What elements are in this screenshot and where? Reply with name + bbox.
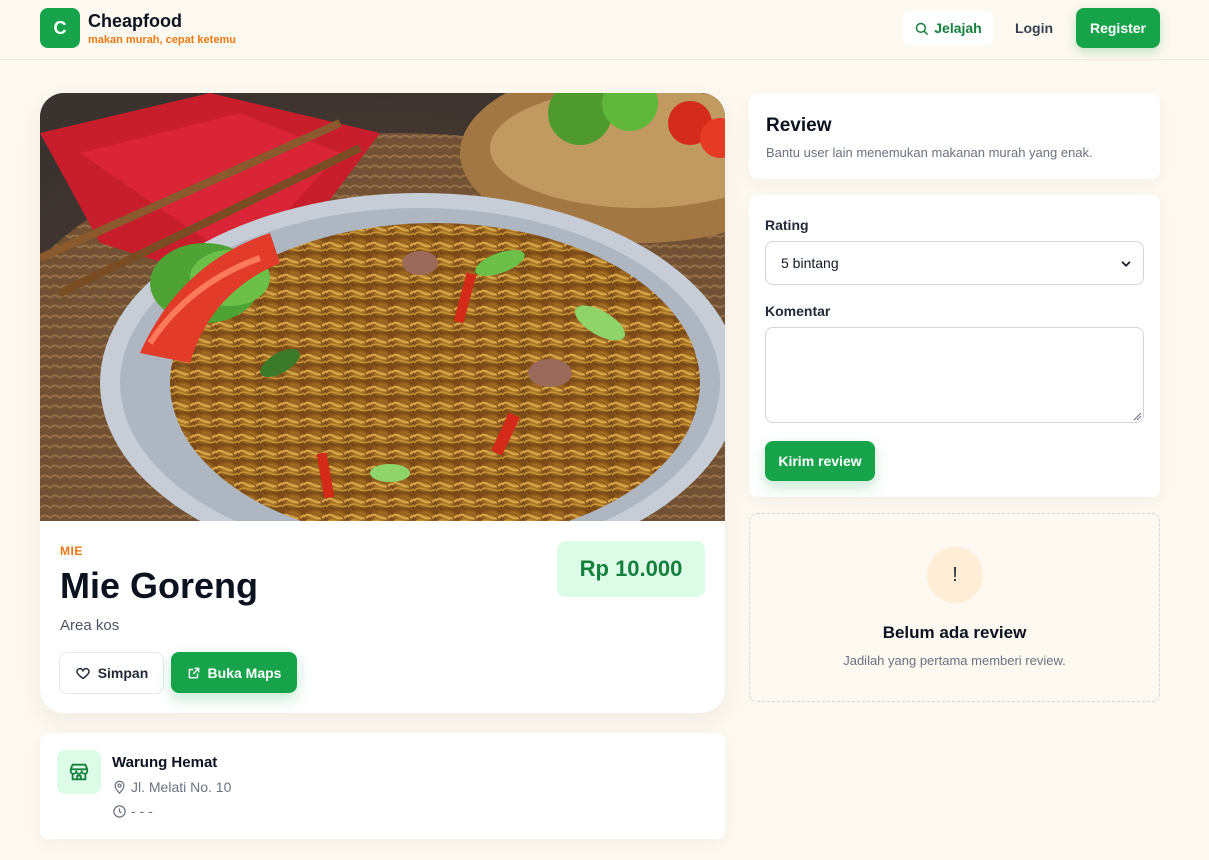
register-button[interactable]: Register (1076, 8, 1160, 48)
review-subtitle: Bantu user lain menemukan makanan murah … (766, 145, 1093, 160)
brand-tagline: makan murah, cepat ketemu (88, 34, 236, 46)
food-title: Mie Goreng (60, 565, 259, 606)
food-detail-card: MIE Mie Goreng Area kos Rp 10.000 Simpan… (40, 93, 725, 713)
rating-label: Rating (765, 217, 809, 233)
food-area: Area kos (60, 617, 120, 634)
map-pin-icon (114, 780, 125, 794)
price-badge: Rp 10.000 (557, 541, 705, 597)
review-header-card: Review Bantu user lain menemukan makanan… (749, 93, 1160, 179)
explore-label: Jelajah (934, 20, 982, 36)
explore-button[interactable]: Jelajah (903, 10, 993, 46)
empty-reviews-subtitle: Jadilah yang pertama memberi review. (843, 653, 1066, 668)
send-review-button[interactable]: Kirim review (765, 441, 875, 481)
external-link-icon (188, 667, 199, 678)
store-icon (57, 750, 101, 794)
top-nav-bar: C Cheapfood makan murah, cepat ketemu Je… (0, 0, 1209, 60)
alert-icon: ! (927, 547, 983, 603)
save-label: Simpan (97, 665, 149, 681)
comment-label: Komentar (765, 303, 831, 319)
store-address-text: Jl. Melati No. 10 (131, 779, 232, 795)
review-title: Review (766, 115, 832, 136)
review-form: Rating 5 bintang Komentar Kirim review (749, 195, 1160, 497)
maps-label: Buka Maps (207, 664, 282, 681)
login-link[interactable]: Login (1004, 10, 1064, 46)
food-category: MIE (60, 544, 83, 558)
store-hours-text: - - - (131, 803, 153, 819)
open-maps-button[interactable]: Buka Maps (171, 652, 297, 693)
store-hours: - - - (112, 803, 153, 819)
brand-name[interactable]: Cheapfood (88, 11, 182, 32)
store-name: Warung Hemat (112, 754, 218, 771)
rating-selected-value: 5 bintang (781, 255, 839, 271)
store-address: Jl. Melati No. 10 (112, 779, 231, 795)
clock-icon (113, 804, 126, 818)
empty-reviews-panel: ! Belum ada review Jadilah yang pertama … (749, 513, 1160, 702)
resize-grip-icon[interactable] (1133, 412, 1142, 421)
chevron-down-icon (1121, 261, 1131, 267)
rating-select[interactable]: 5 bintang (765, 241, 1144, 285)
store-info-card: Warung Hemat Jl. Melati No. 10 - - - (40, 733, 725, 839)
search-icon (916, 22, 929, 35)
food-photo (40, 93, 725, 521)
empty-reviews-title: Belum ada review (882, 623, 1027, 642)
heart-icon (75, 667, 90, 680)
comment-textarea[interactable] (765, 327, 1144, 423)
logo-icon[interactable]: C (40, 8, 80, 48)
save-button[interactable]: Simpan (59, 652, 164, 694)
